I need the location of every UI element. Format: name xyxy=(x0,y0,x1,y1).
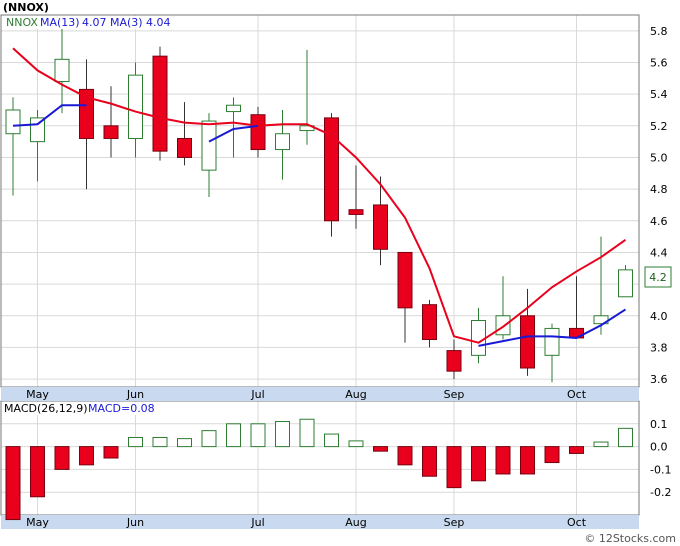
macd-bar xyxy=(103,446,119,459)
x-tick-label: Oct xyxy=(567,516,587,529)
macd-bar xyxy=(471,446,486,482)
macd-bar xyxy=(348,440,364,448)
macd-bar xyxy=(152,436,168,448)
price-panel-frame xyxy=(0,14,640,388)
x-tick-label: Oct xyxy=(567,388,587,401)
candle-body xyxy=(422,304,437,341)
macd-bar xyxy=(397,446,413,466)
macd-bar xyxy=(250,423,266,448)
candle-body xyxy=(348,209,364,215)
price-y-tick: 3.6 xyxy=(650,373,668,386)
candle-body xyxy=(201,120,217,171)
x-axis-strip-bottom xyxy=(1,515,639,529)
x-axis-strip xyxy=(1,387,639,401)
candle-body xyxy=(618,269,633,298)
candlesticks xyxy=(5,22,633,383)
macd-y-tick: 0.1 xyxy=(650,418,668,431)
x-tick-label: Aug xyxy=(345,388,366,401)
macd-bar xyxy=(373,446,388,452)
macd-bar xyxy=(226,423,241,448)
last-price-label: 4.2 xyxy=(649,271,667,284)
price-y-tick-labels: 3.6 3.8 4.0 4.4 4.6 4.8 5.0 5.2 5.4 5.6 5.8 xyxy=(650,25,668,386)
macd-gridlines xyxy=(1,401,639,515)
macd-y-tick-labels: -0.2 -0.1 0.0 0.1 xyxy=(650,418,671,499)
chart-canvas: 3.63.84.04.44.64.85.05.25.45.65.8 -0.2-0… xyxy=(0,1,676,545)
candle-body xyxy=(471,320,486,356)
watermark: © 12Stocks.com xyxy=(584,532,676,545)
candle-body xyxy=(250,114,266,151)
macd-legend-value: MACD=0.08 xyxy=(88,402,155,415)
x-tick-label: Jun xyxy=(126,388,144,401)
x-tick-label: Jul xyxy=(250,388,264,401)
candle-body xyxy=(446,350,462,372)
macd-bar xyxy=(593,441,609,448)
price-y-tick: 5.4 xyxy=(650,88,668,101)
macd-bar xyxy=(618,427,633,448)
candle-body xyxy=(54,58,70,82)
macd-y-tick: 0.0 xyxy=(650,441,668,454)
macd-legend-label: MACD(26,12,9) xyxy=(4,402,88,415)
macd-bar xyxy=(5,446,21,521)
x-tick-label: Sep xyxy=(444,388,465,401)
price-y-tick: 3.8 xyxy=(650,341,668,354)
macd-y-tick: -0.1 xyxy=(650,463,671,476)
macd-y-tick: -0.2 xyxy=(650,486,671,499)
price-gridlines xyxy=(1,15,639,387)
price-y-tick: 5.0 xyxy=(650,151,668,164)
candle-body xyxy=(544,327,560,356)
x-tick-label: Jul xyxy=(250,516,264,529)
legend-symbol: NNOX xyxy=(6,16,38,29)
ma13-line xyxy=(12,47,627,344)
x-tick-label: May xyxy=(26,516,49,529)
x-tick-label: Jun xyxy=(126,516,144,529)
macd-bar xyxy=(544,446,560,464)
price-y-tick: 4.4 xyxy=(650,246,668,259)
price-y-tick: 5.2 xyxy=(650,120,668,133)
legend-ma3-value: 4.04 xyxy=(146,16,171,29)
x-tick-label: Sep xyxy=(444,516,465,529)
candle-body xyxy=(5,109,21,135)
candle-body xyxy=(226,104,241,113)
legend-ma13-label: MA(13) xyxy=(40,16,80,29)
macd-bar xyxy=(201,430,217,448)
candle-body xyxy=(520,315,535,369)
macd-bar xyxy=(422,446,437,477)
macd-bar xyxy=(299,418,315,448)
macd-bar xyxy=(128,436,143,448)
macd-bar xyxy=(30,446,45,498)
price-y-tick: 4.8 xyxy=(650,183,668,196)
candle-body xyxy=(397,251,413,309)
candle-body xyxy=(152,55,168,152)
macd-bar xyxy=(569,446,584,454)
macd-bar xyxy=(324,433,339,448)
price-y-tick: 5.8 xyxy=(650,25,668,38)
candle-body xyxy=(177,137,192,158)
price-y-tick: 4.0 xyxy=(650,310,668,323)
legend-ma3-label: MA(3) xyxy=(110,16,143,29)
legend-ma13-value: 4.07 xyxy=(82,16,107,29)
candle-body xyxy=(373,204,388,250)
macd-bar xyxy=(520,446,535,475)
ma3-segment xyxy=(12,104,87,127)
price-y-tick: 4.6 xyxy=(650,215,668,228)
x-tick-label: May xyxy=(26,388,49,401)
candle-body xyxy=(128,74,143,139)
candle-body xyxy=(103,125,119,139)
ma3-line xyxy=(12,104,627,347)
macd-bar xyxy=(446,446,462,489)
macd-bar xyxy=(54,446,70,470)
macd-bar xyxy=(79,446,94,466)
candle-body xyxy=(495,315,511,336)
macd-panel-frame xyxy=(0,400,640,516)
candle-body xyxy=(275,133,290,151)
macd-bar xyxy=(495,446,511,475)
chart-title: (NNOX) xyxy=(3,1,49,14)
x-tick-label: Aug xyxy=(345,516,366,529)
macd-bar xyxy=(275,421,290,448)
macd-bar xyxy=(177,438,192,448)
price-y-tick: 5.6 xyxy=(650,56,668,69)
